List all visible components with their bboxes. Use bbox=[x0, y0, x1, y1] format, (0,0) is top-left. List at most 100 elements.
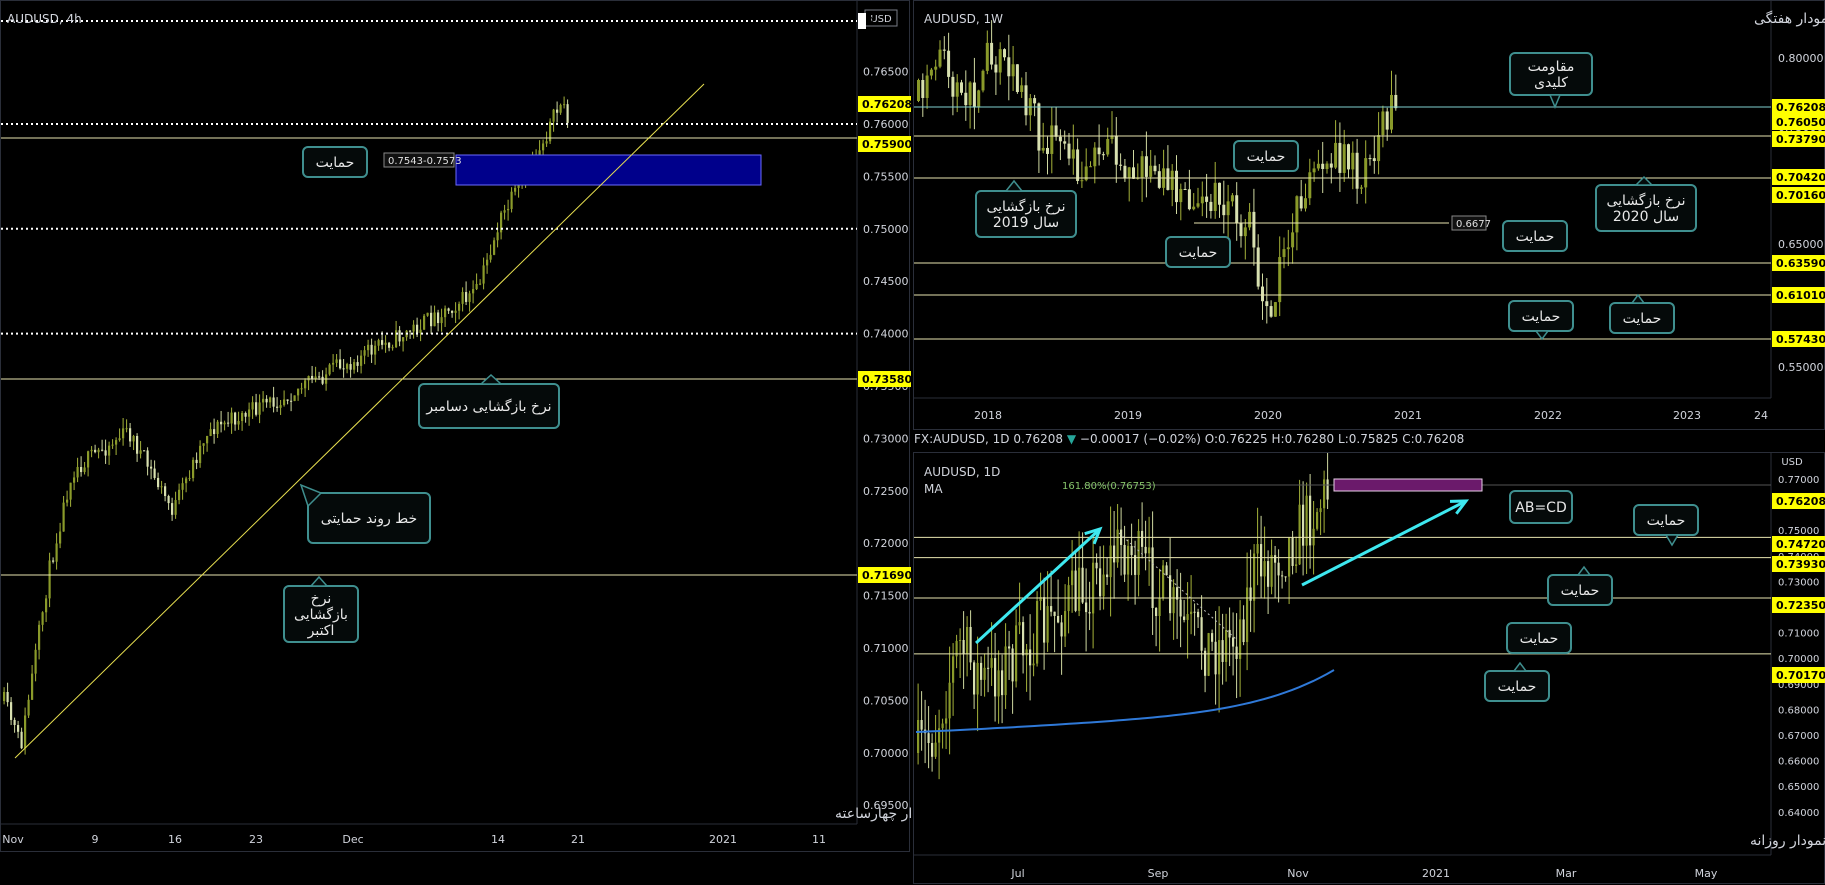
candle bbox=[360, 355, 363, 366]
candle bbox=[59, 531, 62, 544]
candle bbox=[6, 692, 9, 703]
candle bbox=[73, 477, 76, 483]
callout-label: حمایت bbox=[1179, 245, 1218, 261]
price-badge-label: 0.63590 bbox=[1776, 257, 1825, 270]
candle bbox=[997, 670, 1000, 697]
candle bbox=[985, 42, 989, 71]
candle bbox=[1046, 606, 1049, 643]
candle bbox=[1169, 575, 1172, 614]
candle bbox=[384, 342, 387, 345]
candle bbox=[563, 104, 566, 106]
candle bbox=[1298, 504, 1301, 565]
candle bbox=[934, 66, 938, 70]
candle bbox=[1235, 646, 1238, 659]
candle bbox=[10, 702, 13, 720]
candle bbox=[419, 329, 422, 334]
candle bbox=[286, 399, 289, 401]
candle bbox=[444, 308, 447, 318]
candle bbox=[1316, 512, 1319, 529]
candle bbox=[1248, 211, 1252, 228]
candle bbox=[108, 445, 111, 456]
candle bbox=[62, 502, 65, 532]
x-tick-label: 2023 bbox=[1673, 409, 1701, 422]
candle bbox=[129, 428, 132, 442]
chart-weekly-canvas[interactable]: 0.6677 AUDUSD, 1W نمودار هفتگی 0.80000 0.… bbox=[914, 1, 1825, 431]
price-badge-label: 0.73790 bbox=[1776, 133, 1825, 146]
candle bbox=[1132, 167, 1135, 179]
candle bbox=[1209, 201, 1213, 211]
candle bbox=[1102, 574, 1105, 597]
candle bbox=[342, 368, 345, 370]
callout-label: نرخ بازگشایی دسامبر bbox=[425, 398, 551, 415]
candle bbox=[206, 436, 209, 444]
candle bbox=[920, 720, 923, 730]
candle bbox=[1213, 182, 1217, 211]
candle bbox=[52, 560, 55, 562]
chart-daily-canvas[interactable]: 161.80%(0.76753) AUDUSD, 1D MA USD 0.770… bbox=[914, 453, 1825, 885]
candle bbox=[416, 324, 419, 334]
y-tick-label: 0.75000 bbox=[1778, 526, 1819, 537]
candle bbox=[374, 345, 377, 355]
x-tick-label: 16 bbox=[168, 833, 182, 846]
callout-label: حمایت bbox=[1516, 229, 1555, 245]
candle bbox=[1053, 611, 1056, 616]
candle bbox=[507, 208, 510, 211]
candle bbox=[955, 82, 959, 97]
candle bbox=[1319, 508, 1322, 513]
candle bbox=[332, 362, 335, 365]
candle bbox=[556, 109, 559, 113]
candle bbox=[489, 254, 492, 260]
callout-label: حمایت bbox=[316, 155, 355, 171]
chart-panel-4h[interactable]: 0.7543-0.7573 AUDUSD, 4h USD 0.76500 0.76… bbox=[0, 0, 911, 853]
candle bbox=[90, 449, 93, 452]
candle bbox=[1179, 599, 1182, 617]
candle bbox=[171, 503, 174, 515]
x-tick-label: 2022 bbox=[1534, 409, 1562, 422]
candle bbox=[1001, 670, 1004, 696]
y-tick-label: 0.71500 bbox=[863, 590, 909, 603]
x-tick-label: 2021 bbox=[1394, 409, 1422, 422]
candle bbox=[153, 468, 156, 478]
x-tick-label: 11 bbox=[812, 833, 826, 846]
candle bbox=[1200, 196, 1204, 204]
chart-4h-canvas[interactable]: 0.7543-0.7573 AUDUSD, 4h USD 0.765000.76… bbox=[1, 1, 911, 853]
chart-panel-weekly[interactable]: 0.6677 AUDUSD, 1W نمودار هفتگی 0.80000 0.… bbox=[913, 0, 1825, 430]
candle bbox=[188, 478, 191, 480]
candle bbox=[1054, 125, 1058, 137]
candle bbox=[433, 312, 436, 327]
candle bbox=[929, 69, 933, 76]
candle bbox=[1377, 135, 1381, 162]
candle bbox=[472, 289, 475, 294]
candle bbox=[1277, 562, 1280, 576]
candle bbox=[1097, 147, 1101, 155]
candle bbox=[972, 82, 976, 108]
candle bbox=[1109, 545, 1112, 578]
candle bbox=[97, 449, 100, 453]
price-badge-label: 0.70160 bbox=[1776, 189, 1825, 202]
candle bbox=[1050, 125, 1054, 154]
candle bbox=[1095, 562, 1098, 569]
candle bbox=[479, 283, 482, 285]
candle bbox=[1355, 152, 1359, 189]
candle bbox=[1305, 495, 1308, 546]
candle bbox=[1106, 574, 1109, 578]
y-tick-label: 0.65000 bbox=[1778, 782, 1819, 793]
y-tick-label: 0.71000 bbox=[1778, 629, 1819, 640]
candle bbox=[132, 435, 135, 442]
chart-panel-daily[interactable]: 161.80%(0.76753) AUDUSD, 1D MA USD 0.770… bbox=[913, 452, 1825, 884]
x-tick-label: 21 bbox=[571, 833, 585, 846]
candle bbox=[1321, 163, 1325, 169]
candle bbox=[1347, 144, 1350, 170]
candle bbox=[1058, 136, 1062, 142]
candle bbox=[1015, 64, 1019, 92]
candle bbox=[1316, 163, 1320, 169]
zone-label: 0.7543-0.7573 bbox=[388, 156, 462, 167]
y-tick-label: 0.77000 bbox=[1778, 475, 1819, 486]
candle bbox=[1186, 614, 1189, 620]
price-badge-label: 0.70170 bbox=[1776, 669, 1825, 682]
candle bbox=[977, 90, 981, 108]
candle bbox=[94, 449, 97, 453]
candle bbox=[178, 489, 181, 501]
candle bbox=[202, 443, 205, 446]
candle bbox=[1141, 530, 1144, 547]
